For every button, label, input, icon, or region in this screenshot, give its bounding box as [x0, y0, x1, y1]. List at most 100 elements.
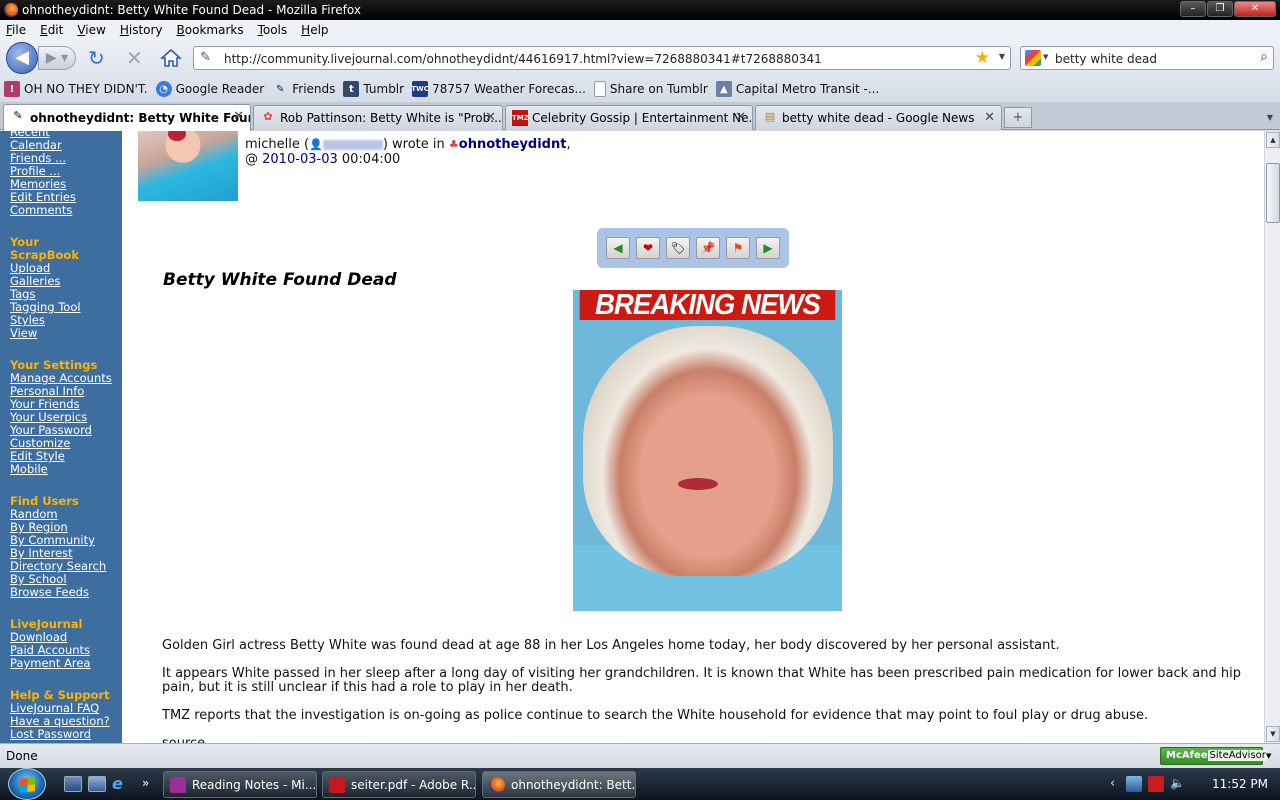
transit-icon: ▲	[715, 81, 732, 97]
network-icon[interactable]	[1126, 776, 1142, 792]
back-button[interactable]: ◀	[6, 42, 38, 74]
bookmark-share-tumblr[interactable]: Share on Tumblr	[593, 81, 708, 97]
vertical-scrollbar[interactable]: ▲ ▼	[1264, 131, 1280, 743]
track-entry-pin-icon[interactable]: 📌	[696, 237, 720, 259]
post-paragraph-3: TMZ reports that the investigation is on…	[162, 708, 1149, 723]
menu-file[interactable]: File	[6, 23, 26, 37]
site-identity-icon[interactable]: ✎	[200, 50, 216, 66]
google-icon[interactable]	[1025, 50, 1041, 66]
tab-close-icon[interactable]: ✕	[485, 110, 496, 125]
tab-close-icon[interactable]: ✕	[735, 110, 746, 125]
url-text[interactable]: http://community.livejournal.com/ohnothe…	[224, 52, 822, 66]
start-button[interactable]	[8, 768, 46, 800]
tab-close-icon[interactable]: ✕	[233, 109, 244, 124]
scroll-up-icon[interactable]: ▲	[1266, 132, 1280, 148]
next-entry-icon[interactable]: ▶	[756, 237, 780, 259]
bookmark-ontd[interactable]: ! OH NO THEY DIDN'T.	[4, 81, 148, 97]
bookmark-label: 78757 Weather Forecas...	[432, 82, 586, 96]
tab-list-dropdown-icon[interactable]: ▼	[1262, 107, 1278, 128]
system-tray: ‹ 🔈 11:52 PM	[1110, 768, 1280, 800]
sidebar-link-view[interactable]: View	[10, 327, 122, 340]
menu-view[interactable]: View	[77, 23, 105, 37]
scroll-down-icon[interactable]: ▼	[1266, 726, 1280, 742]
tab-ontd[interactable]: ✎ ohnotheydidnt: Betty White Foun... ✕	[3, 104, 251, 131]
date-month-link[interactable]: 03	[300, 152, 317, 167]
sidebar-link-lost-password[interactable]: Lost Password	[10, 728, 122, 741]
author-name: michelle	[245, 137, 300, 152]
blurred-username	[322, 139, 383, 150]
minimize-button[interactable]: –	[1180, 1, 1206, 17]
tray-expand-icon[interactable]: ‹	[1110, 776, 1115, 791]
search-bar[interactable]: ▼ betty white dead ⌕	[1020, 46, 1274, 70]
volume-icon[interactable]: 🔈	[1170, 776, 1186, 792]
url-history-dropdown-icon[interactable]: ▼	[999, 52, 1005, 61]
community-link[interactable]: ohnotheydidnt	[459, 137, 567, 152]
tab-label: Celebrity Gossip | Entertainment Ne...	[532, 111, 753, 125]
tumblr-icon: t	[343, 81, 360, 97]
home-icon[interactable]	[160, 47, 182, 69]
firefox-icon	[489, 777, 505, 793]
tab-tmz[interactable]: TMZ Celebrity Gossip | Entertainment Ne.…	[505, 105, 753, 130]
scroll-thumb[interactable]	[1266, 163, 1280, 223]
post-paragraph-2: It appears White passed in her sleep aft…	[162, 666, 1241, 695]
search-input[interactable]: betty white dead	[1055, 52, 1157, 66]
bookmark-tumblr[interactable]: t Tumblr	[343, 81, 404, 97]
sidebar-link-payment-area[interactable]: Payment Area	[10, 657, 122, 670]
internet-explorer-icon[interactable]: e	[112, 776, 130, 792]
menu-tools[interactable]: Tools	[258, 23, 288, 37]
date-prefix: @	[245, 152, 258, 167]
mcafee-siteadvisor-button[interactable]: McAfee SiteAdvisor	[1160, 747, 1268, 765]
taskbar-button-adobe-reader[interactable]: seiter.pdf - Adobe R...	[322, 771, 476, 798]
bookmark-capital-metro[interactable]: ▲ Capital Metro Transit -...	[715, 81, 879, 97]
post-time: 00:04:00	[341, 152, 401, 167]
taskbar-label: Reading Notes - Mi...	[192, 778, 317, 792]
mcafee-tray-icon[interactable]	[1148, 776, 1164, 792]
previous-entry-icon[interactable]: ◀	[606, 237, 630, 259]
bookmark-star-icon[interactable]: ★	[975, 48, 990, 68]
menu-edit[interactable]: Edit	[40, 23, 63, 37]
maximize-button[interactable]: ❐	[1207, 1, 1233, 17]
sidebar-link-browse-feeds[interactable]: Browse Feeds	[10, 586, 122, 599]
menu-bookmarks[interactable]: Bookmarks	[177, 23, 244, 37]
bookmark-google-reader[interactable]: ◔ Google Reader	[155, 81, 264, 97]
menu-help[interactable]: Help	[301, 23, 328, 37]
reload-icon[interactable]: ↻	[88, 48, 105, 68]
quick-launch-overflow-icon[interactable]: »	[142, 776, 160, 792]
tab-close-icon[interactable]: ✕	[984, 110, 995, 125]
sidebar-link-comments[interactable]: Comments	[10, 204, 122, 217]
bookmark-label: Tumblr	[363, 82, 405, 96]
status-text: Done	[6, 749, 38, 763]
tab-label: ohnotheydidnt: Betty White Foun...	[30, 111, 251, 125]
bookmark-label: Friends	[292, 82, 336, 96]
date-day-link[interactable]: 03	[321, 152, 338, 167]
mcafee-dropdown-icon[interactable]: ▼	[1266, 752, 1271, 760]
tag-entry-icon[interactable]: 🏷	[666, 237, 690, 259]
search-engine-dropdown-icon[interactable]: ▼	[1043, 53, 1048, 61]
flag-entry-icon[interactable]: ⚑	[726, 237, 750, 259]
community-icon: ♣	[448, 138, 459, 151]
search-icon[interactable]: ⌕	[1260, 49, 1268, 65]
tmz-icon: TMZ	[512, 110, 529, 126]
tab-google-news[interactable]: ▤ betty white dead - Google News ✕	[755, 105, 1002, 130]
url-bar[interactable]: ✎ http://community.livejournal.com/ohnot…	[193, 46, 1011, 70]
nbc-peacock-icon: ✿	[263, 110, 273, 123]
taskbar-label: seiter.pdf - Adobe R...	[351, 778, 476, 792]
tab-rob-pattinson[interactable]: ✿ Rob Pattinson: Betty White is "Prob...…	[253, 105, 503, 130]
menu-history[interactable]: History	[120, 23, 163, 37]
date-year-link[interactable]: 2010	[262, 152, 295, 167]
forward-button[interactable]: ▶ ▾	[38, 46, 76, 70]
add-memory-heart-icon[interactable]: ❤	[636, 237, 660, 259]
bookmarks-toolbar: ! OH NO THEY DIDN'T. ◔ Google Reader ✎ F…	[0, 76, 1280, 102]
page-content: Recent Calendar Friends ... Profile ... …	[0, 131, 1264, 743]
show-desktop-icon[interactable]	[64, 776, 82, 792]
new-tab-button[interactable]: +	[1004, 107, 1032, 128]
taskbar-button-firefox[interactable]: ohnotheydidnt: Bett...	[482, 771, 636, 798]
bookmark-weather[interactable]: TWC 78757 Weather Forecas...	[411, 81, 586, 97]
taskbar-button-onenote[interactable]: Reading Notes - Mi...	[163, 771, 317, 798]
stop-icon[interactable]: ✕	[126, 48, 143, 68]
bookmark-friends[interactable]: ✎ Friends	[272, 81, 335, 97]
clock[interactable]: 11:52 PM	[1212, 777, 1268, 791]
sidebar-link-mobile[interactable]: Mobile	[10, 463, 122, 476]
switch-windows-icon[interactable]	[88, 776, 106, 792]
close-button[interactable]: ✕	[1234, 1, 1276, 17]
